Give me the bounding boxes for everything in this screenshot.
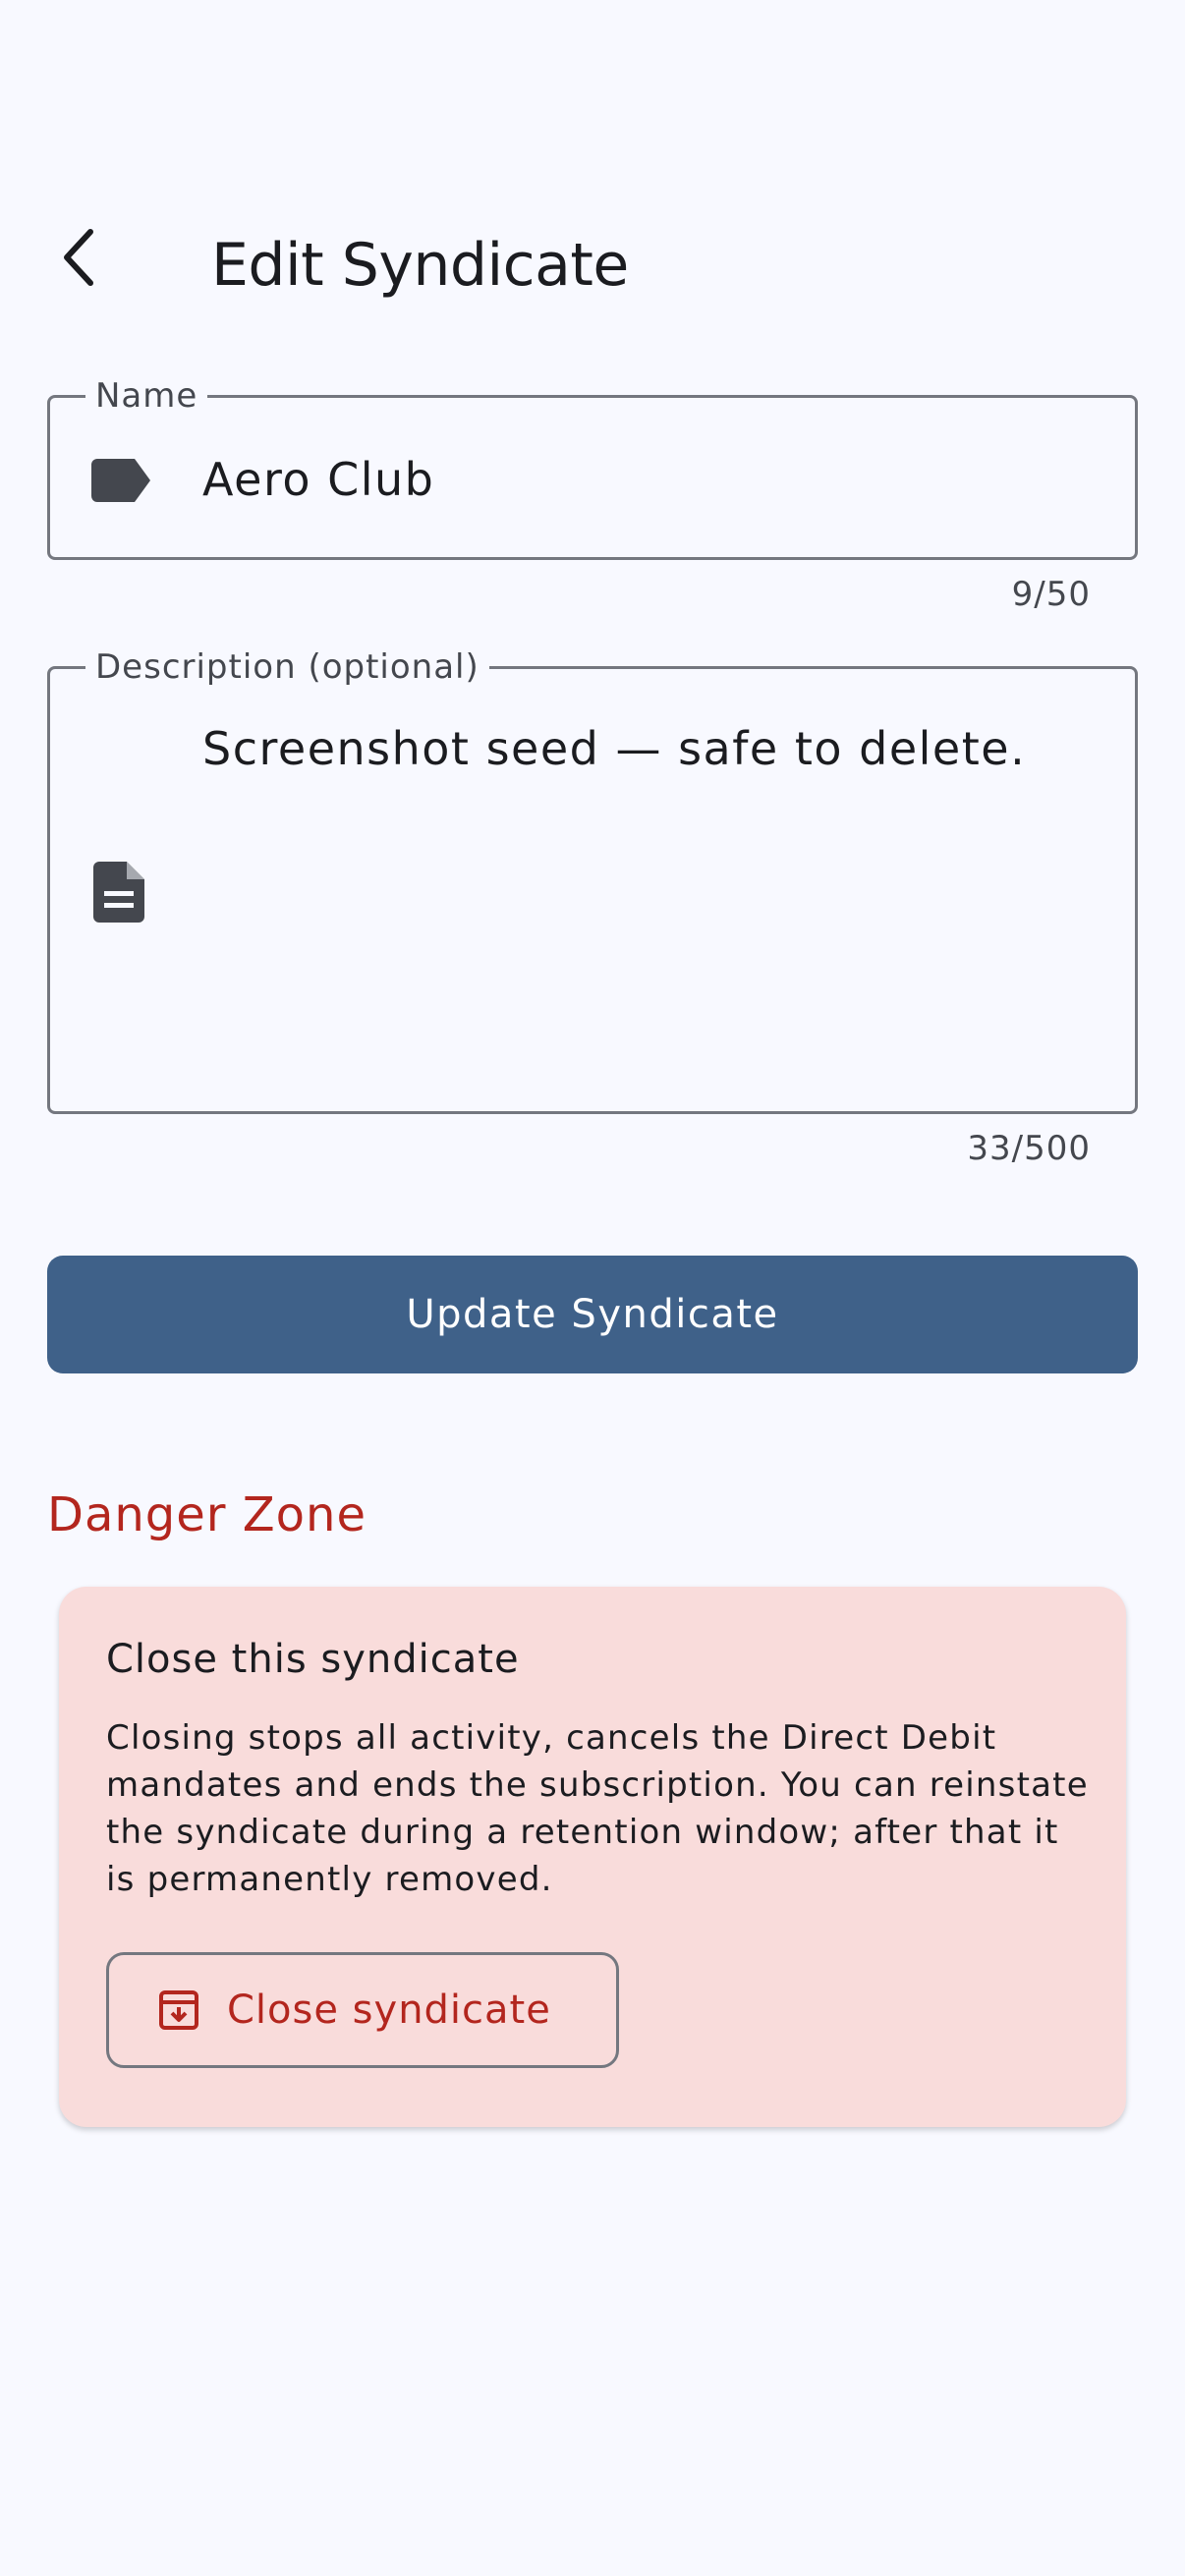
name-field[interactable]: Name Aero Club [47,376,1138,560]
page-title: Edit Syndicate [211,231,629,300]
description-field-label: Description (optional) [85,647,489,687]
name-input[interactable]: Aero Club [202,452,434,507]
description-field[interactable]: Description (optional) Screenshot seed —… [47,647,1138,1114]
name-char-counter: 9/50 [1011,575,1091,614]
document-icon [93,862,144,923]
name-field-label: Name [85,376,208,416]
update-syndicate-button[interactable]: Update Syndicate [47,1256,1138,1373]
label-tag-icon [91,459,150,502]
close-syndicate-label: Close syndicate [227,1988,551,2033]
archive-icon [159,1990,198,2030]
update-syndicate-label: Update Syndicate [406,1292,779,1337]
description-char-counter: 33/500 [967,1129,1091,1168]
card-title: Close this syndicate [106,1637,520,1682]
back-arrow-icon [64,229,93,286]
danger-zone-heading: Danger Zone [47,1487,367,1542]
back-button[interactable] [39,216,122,299]
close-syndicate-card: Close this syndicate Closing stops all a… [59,1587,1126,2127]
card-description: Closing stops all activity, cancels the … [106,1718,1089,1899]
description-input[interactable]: Screenshot seed — safe to delete. [202,721,1026,776]
close-syndicate-button[interactable]: Close syndicate [106,1952,619,2068]
